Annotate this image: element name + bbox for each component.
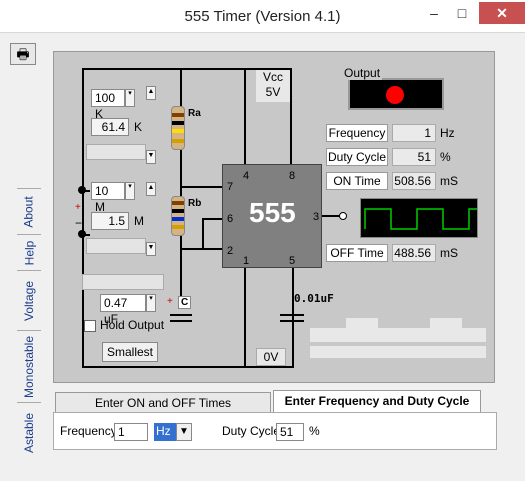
on-time-readout: 508.56 (392, 172, 436, 190)
rb-spin-down[interactable]: ▼ (146, 242, 156, 256)
tab-about[interactable]: About (17, 188, 41, 234)
hold-output-checkbox[interactable] (84, 320, 96, 332)
maximize-button[interactable]: □ (449, 2, 475, 24)
rb-range-dropdown[interactable]: ▾ (125, 182, 135, 200)
tab-on-off-times[interactable]: Enter ON and OFF Times (55, 392, 271, 412)
hold-output-label: Hold Output (100, 318, 165, 332)
tab-voltage[interactable]: Voltage (17, 270, 41, 330)
capacitor-label: C (178, 296, 192, 309)
output-led-box (348, 78, 444, 110)
frequency-input-label: Frequency (60, 424, 117, 438)
rb-resistor (171, 196, 185, 236)
cap-plus: + (167, 296, 173, 307)
minus-sign: − (75, 216, 83, 230)
frequency-readout: 1 (392, 124, 436, 142)
ra-spin-up[interactable]: ▲ (146, 86, 156, 100)
duty-cycle-input[interactable]: 51 (276, 423, 304, 441)
ra-resistor (171, 106, 185, 150)
scope-waveform (364, 208, 477, 230)
output-node (339, 212, 347, 220)
ra-value-field[interactable]: 61.4 (91, 118, 129, 136)
frequency-unit-select[interactable]: Hz (154, 423, 176, 441)
ra-label: Ra (188, 108, 201, 119)
vcc-box: Vcc 5V (256, 70, 290, 102)
circuit-panel: + − Vcc 5V 100 K ▾ ▲ 61.4 K ▼ Ra 10 M ▾ … (53, 51, 495, 383)
duty-cycle-input-unit: % (309, 424, 320, 438)
frequency-label: Frequency (326, 124, 388, 142)
plus-sign: + (75, 202, 81, 213)
smallest-button[interactable]: Smallest (102, 342, 158, 362)
duty-cycle-label: Duty Cycle (326, 148, 388, 166)
rb-label: Rb (188, 198, 202, 209)
off-time-label: OFF Time (326, 244, 388, 262)
tab-monostable[interactable]: Monostable (17, 330, 41, 402)
timing-diagram (310, 316, 486, 360)
output-label: Output (342, 66, 383, 80)
frequency-unit: Hz (440, 126, 455, 140)
junction-dot (78, 230, 86, 238)
duty-cycle-unit: % (440, 150, 451, 164)
output-led (386, 86, 404, 104)
off-time-unit: mS (440, 246, 458, 260)
ra-range-dropdown[interactable]: ▾ (125, 89, 135, 107)
capacitor-select[interactable]: 0.47 uF (100, 294, 146, 326)
ra-spin-down[interactable]: ▼ (146, 150, 156, 164)
ra-range-select[interactable]: 100 K (91, 89, 125, 121)
output-scope (360, 198, 478, 238)
ra-unit: K (134, 120, 143, 134)
junction-dot (78, 186, 86, 194)
zero-volt-box: 0V (256, 348, 286, 366)
duty-cycle-readout: 51 (392, 148, 436, 166)
on-time-label: ON Time (326, 172, 388, 190)
rb-value-field[interactable]: 1.5 (91, 212, 129, 230)
minimize-button[interactable]: – (421, 2, 447, 24)
close-button[interactable]: ✕ (479, 2, 525, 24)
off-time-readout: 488.56 (392, 244, 436, 262)
input-panel: Frequency 1 Hz ▼ Duty Cycle 51 % (53, 412, 497, 450)
duty-cycle-input-label: Duty Cycle (222, 424, 281, 438)
tab-frequency-duty[interactable]: Enter Frequency and Duty Cycle (273, 390, 481, 412)
rb-unit: M (134, 214, 144, 228)
chip-555: 4 8 7 6 2 555 3 1 5 (222, 164, 322, 268)
tab-help[interactable]: Help (17, 234, 41, 270)
chevron-down-icon[interactable]: ▼ (176, 423, 192, 441)
rb-range-select[interactable]: 10 M (91, 182, 125, 214)
rb-spin-up[interactable]: ▲ (146, 182, 156, 196)
frequency-input[interactable]: 1 (114, 423, 148, 441)
tab-astable[interactable]: Astable (17, 402, 41, 462)
on-time-unit: mS (440, 174, 458, 188)
printer-icon[interactable]: 🖶 (10, 43, 36, 65)
capacitor-dropdown[interactable]: ▾ (146, 294, 156, 312)
cap2-label: 0.01uF (294, 292, 334, 305)
